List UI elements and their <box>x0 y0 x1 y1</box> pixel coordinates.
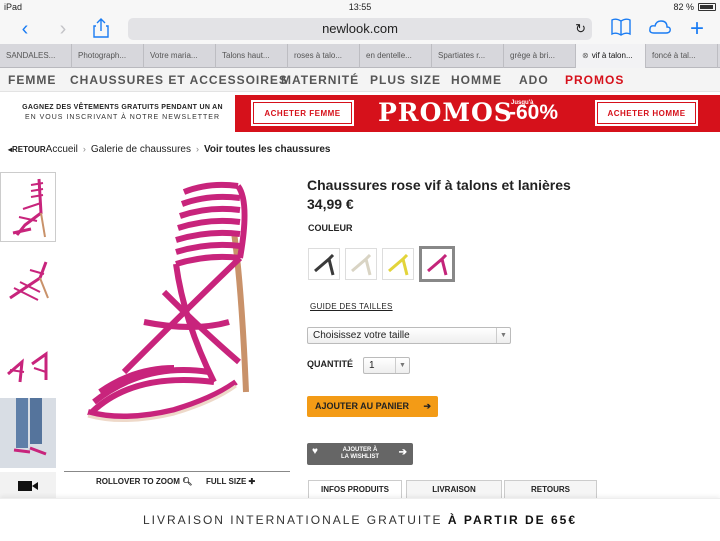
tab-livraison[interactable]: LIVRAISON <box>406 480 502 498</box>
nav-promos[interactable]: PROMOS <box>565 73 624 87</box>
size-select[interactable]: Choisissez votre taille ▼ <box>307 327 511 344</box>
shop-women-button[interactable]: ACHETER FEMME <box>251 100 354 126</box>
breadcrumb-current[interactable]: Voir toutes les chaussures <box>204 144 331 155</box>
swatch-yellow[interactable] <box>382 248 414 280</box>
url-text: newlook.com <box>322 21 398 36</box>
back-icon[interactable]: ‹ <box>14 18 36 40</box>
promo-title: PROMOS <box>378 98 513 127</box>
thumbnail-2[interactable] <box>0 248 56 318</box>
quantity-select[interactable]: 1 ▼ <box>363 357 410 374</box>
product-price: 34,99 € <box>307 196 354 212</box>
browser-tab[interactable]: roses à talo... <box>288 44 360 68</box>
browser-tab[interactable]: Votre maria... <box>144 44 216 68</box>
thumbnail-4[interactable] <box>0 398 56 468</box>
thumbnail-3[interactable] <box>0 324 56 394</box>
battery-percent: 82 % <box>673 2 694 12</box>
add-to-wishlist-button[interactable]: ♥ AJOUTER À LA WISHLIST ➔ <box>307 443 413 465</box>
tab-bar: SANDALES... Photograph... Votre maria...… <box>0 44 720 68</box>
browser-tab[interactable]: grège à bri... <box>504 44 576 68</box>
shipping-banner: LIVRAISON INTERNATIONALE GRATUITE À PART… <box>0 498 720 540</box>
browser-toolbar: ‹ › newlook.com ↻ + <box>0 14 720 44</box>
browser-tab-active[interactable]: ⊗ vif à talon... <box>576 44 646 68</box>
heart-icon: ♥ <box>312 446 318 457</box>
promo-banner: ACHETER FEMME PROMOS Jusqu'à -60% ACHETE… <box>235 95 720 132</box>
swatch-pink-selected[interactable] <box>419 246 455 282</box>
newsletter-headline: GAGNEZ DES VÊTEMENTS GRATUITS PENDANT UN… <box>22 104 223 111</box>
new-tab-icon[interactable]: + <box>686 17 708 41</box>
cloud-tabs-icon[interactable] <box>648 18 671 40</box>
quantity-label: QUANTITÉ <box>307 359 353 369</box>
browser-tab[interactable]: Talons haut... <box>216 44 288 68</box>
nav-homme[interactable]: HOMME <box>451 73 502 87</box>
breadcrumb: ◂RETOURAccueil › Galerie de chaussures › Voi… <box>8 144 331 155</box>
swatch-white[interactable] <box>345 248 377 280</box>
plus-icon: ✚ <box>248 477 256 486</box>
browser-tab[interactable]: en dentelle... <box>360 44 432 68</box>
zoom-icon: 🔍︎ <box>182 477 193 486</box>
tab-retours[interactable]: RETOURS <box>504 480 597 498</box>
video-camera-icon <box>18 481 38 491</box>
arrow-right-icon: ➔ <box>398 447 407 458</box>
size-guide-link[interactable]: GUIDE DES TAILLES <box>310 302 393 311</box>
tab-label: vif à talon... <box>591 51 633 60</box>
promo-percent: -60% <box>509 101 559 124</box>
shipping-text: LIVRAISON INTERNATIONALE GRATUITE <box>142 513 443 527</box>
shop-men-button[interactable]: ACHETER HOMME <box>595 100 698 126</box>
newsletter-promo[interactable]: GAGNEZ DES VÊTEMENTS GRATUITS PENDANT UN… <box>10 103 235 123</box>
chevron-down-icon: ▼ <box>496 328 510 343</box>
forward-icon[interactable]: › <box>52 18 74 40</box>
tab-infos-produits[interactable]: INFOS PRODUITS <box>308 480 402 498</box>
close-tab-icon[interactable]: ⊗ <box>582 51 589 60</box>
nav-plus-size[interactable]: PLUS SIZE <box>370 73 441 87</box>
bookmarks-icon[interactable] <box>610 18 632 40</box>
share-icon[interactable] <box>90 18 112 40</box>
size-select-value: Choisissez votre taille <box>313 330 410 341</box>
breadcrumb-gallery[interactable]: Galerie de chaussures <box>91 144 191 155</box>
arrow-right-icon: ➔ <box>423 401 431 411</box>
full-size-link[interactable]: FULL SIZE ✚ <box>206 477 255 486</box>
rollover-zoom[interactable]: ROLLOVER TO ZOOM 🔍︎ <box>96 477 192 486</box>
image-controls: ROLLOVER TO ZOOM 🔍︎ FULL SIZE ✚ <box>64 471 290 491</box>
newsletter-subline: EN VOUS INSCRIVANT À NOTRE NEWSLETTER <box>24 114 221 121</box>
address-bar[interactable]: newlook.com ↻ <box>128 18 592 40</box>
quantity-value: 1 <box>369 360 375 371</box>
browser-tab[interactable]: Photograph... <box>72 44 144 68</box>
product-title: Chaussures rose vif à talons et lanières <box>307 177 571 193</box>
breadcrumb-home[interactable]: Accueil <box>46 144 78 155</box>
reload-icon[interactable]: ↻ <box>575 18 586 40</box>
nav-femme[interactable]: FEMME <box>8 73 56 87</box>
add-to-cart-button[interactable]: AJOUTER AU PANIER ➔ <box>307 396 438 417</box>
nav-chaussures[interactable]: CHAUSSURES ET ACCESSOIRES <box>70 73 288 87</box>
thumbnail-1[interactable] <box>0 172 56 242</box>
battery-icon <box>698 3 716 11</box>
status-bar: iPad 13:55 82 % <box>0 0 720 14</box>
clock: 13:55 <box>348 2 372 12</box>
chevron-down-icon: ▼ <box>395 358 409 373</box>
color-label: COULEUR <box>308 223 353 233</box>
nav-maternite[interactable]: MATERNITÉ <box>281 73 359 87</box>
shipping-threshold: À PARTIR DE 65€ <box>447 513 578 527</box>
product-image[interactable] <box>64 172 290 470</box>
browser-tab[interactable]: SANDALES... <box>0 44 72 68</box>
browser-tab[interactable]: foncé à tal... <box>646 44 718 68</box>
site-nav: FEMME CHAUSSURES ET ACCESSOIRES MATERNIT… <box>0 68 720 92</box>
nav-ado[interactable]: ADO <box>519 73 549 87</box>
thumbnail-video[interactable] <box>0 472 56 498</box>
swatch-black[interactable] <box>308 248 340 280</box>
browser-tab[interactable]: Spartiates r... <box>432 44 504 68</box>
back-link[interactable]: ◂RETOUR <box>8 145 46 154</box>
